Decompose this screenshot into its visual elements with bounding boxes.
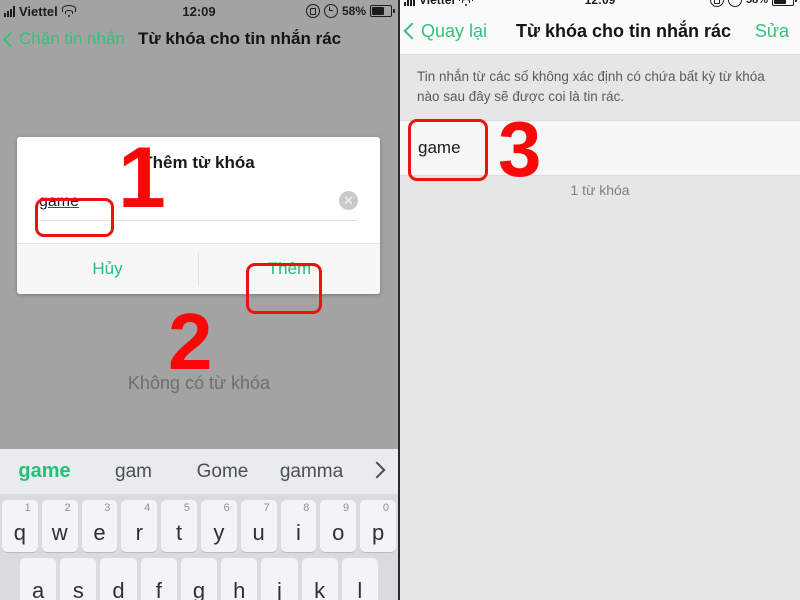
key-k[interactable]: k (301, 558, 338, 600)
key-p[interactable]: 0p (360, 500, 396, 552)
key-u[interactable]: 7u (240, 500, 277, 552)
suggestion-bar: game gam Gome gamma (0, 449, 398, 494)
back-button-label: Chặn tin nhắn (19, 29, 125, 48)
key-d[interactable]: d (100, 558, 137, 600)
alarm-clock-icon (323, 4, 338, 18)
key-i[interactable]: 8i (280, 500, 317, 552)
key-num: 9 (343, 502, 350, 514)
key-t[interactable]: 5t (161, 500, 197, 552)
key-num: 3 (104, 502, 111, 514)
left-status-bar: Viettel 12:09 58% (0, 0, 398, 22)
suggestion-item[interactable]: Gome (178, 461, 267, 483)
suggestion-item[interactable]: gam (89, 461, 178, 483)
description-text: Tin nhắn từ các số không xác định có chứ… (417, 69, 765, 104)
key-num: 7 (263, 502, 270, 514)
key-w[interactable]: 2w (41, 500, 78, 552)
keyword-count-label: 1 từ khóa (570, 182, 630, 198)
rotation-lock-icon (709, 0, 724, 7)
key-label: h (233, 578, 246, 600)
left-status-bar-right: 58% (305, 4, 395, 18)
key-l[interactable]: l (341, 558, 378, 600)
key-label: f (155, 578, 162, 600)
key-label: d (112, 578, 125, 600)
on-screen-keyboard: game gam Gome gamma 1q 2w 3e 4r 5t 6y 7u… (0, 449, 398, 600)
keyboard-row-2: a s d f g h j k l (0, 552, 398, 600)
key-num: 8 (303, 502, 310, 514)
back-button-label: Quay lại (421, 20, 488, 41)
chevron-left-icon (2, 31, 19, 47)
key-label: l (357, 578, 363, 600)
key-num: 2 (64, 502, 71, 514)
left-nav-bar: Chặn tin nhắn Từ khóa cho tin nhắn rác (0, 22, 398, 56)
annotation-number-3: 3 (498, 105, 542, 193)
key-label: j (276, 578, 282, 600)
suggestion-item[interactable]: gamma (267, 461, 356, 483)
key-y[interactable]: 6y (200, 500, 237, 552)
key-label: y (213, 520, 225, 545)
annotation-box-keyword-item (408, 119, 488, 181)
key-num: 5 (183, 502, 190, 514)
alarm-clock-icon (727, 0, 742, 7)
annotation-number-2: 2 (168, 297, 213, 386)
rotation-lock-icon (305, 4, 320, 18)
key-q[interactable]: 1q (2, 500, 38, 552)
key-j[interactable]: j (261, 558, 298, 600)
annotation-box-add-button (246, 263, 322, 314)
battery-icon (370, 5, 395, 17)
key-label: r (135, 520, 143, 545)
dialog-actions: Hủy Thêm (17, 243, 380, 294)
cancel-button[interactable]: Hủy (17, 244, 198, 294)
keyboard-row-1: 1q 2w 3e 4r 5t 6y 7u 8i 9o 0p (0, 494, 398, 552)
key-h[interactable]: h (221, 558, 258, 600)
key-label: o (332, 520, 345, 545)
clear-circle-icon[interactable]: ✕ (339, 191, 358, 210)
page-title: Từ khóa cho tin nhắn rác (516, 20, 732, 41)
edit-button[interactable]: Sửa (755, 21, 789, 42)
annotation-box-keyword-input (35, 198, 114, 237)
battery-icon (772, 0, 797, 6)
key-label: q (13, 520, 27, 545)
key-num: 4 (144, 502, 151, 514)
key-r[interactable]: 4r (121, 500, 158, 552)
annotation-number-1: 1 (118, 130, 166, 226)
right-phone-screen: Viettel 12:09 58% Quay lại Từ khóa cho t… (400, 0, 800, 600)
key-label: i (296, 520, 301, 545)
key-a[interactable]: a (20, 558, 57, 600)
suggestion-item[interactable]: game (0, 460, 89, 483)
back-button[interactable]: Quay lại (403, 20, 488, 42)
key-num: 6 (223, 502, 230, 514)
key-f[interactable]: f (140, 558, 177, 600)
key-label: s (72, 578, 84, 600)
key-label: p (371, 520, 385, 545)
key-label: t (176, 520, 183, 545)
key-label: e (93, 520, 106, 545)
battery-percent-label: 58% (341, 4, 366, 18)
right-status-bar-right: 58% (709, 0, 797, 7)
key-e[interactable]: 3e (81, 500, 118, 552)
battery-percent-label: 58% (745, 0, 768, 6)
chevron-right-icon (368, 461, 386, 478)
key-label: u (252, 520, 265, 545)
more-suggestions-button[interactable] (356, 461, 398, 481)
dialog-title: Thêm từ khóa (142, 153, 255, 172)
key-label: w (51, 520, 68, 545)
key-label: k (314, 578, 326, 600)
key-o[interactable]: 9o (320, 500, 357, 552)
key-g[interactable]: g (180, 558, 218, 600)
key-label: g (192, 578, 206, 600)
right-nav-bar: Quay lại Từ khóa cho tin nhắn rác Sửa (400, 8, 800, 55)
chevron-left-icon (403, 22, 421, 40)
left-phone-screen: Viettel 12:09 58% Chặn tin nhắn Từ khóa … (0, 0, 398, 600)
page-title: Từ khóa cho tin nhắn rác (138, 29, 342, 48)
key-label: a (31, 578, 45, 600)
right-status-bar: Viettel 12:09 58% (400, 0, 800, 8)
key-num: 1 (24, 502, 31, 514)
key-s[interactable]: s (60, 558, 97, 600)
key-num: 0 (382, 502, 389, 514)
back-button[interactable]: Chặn tin nhắn (2, 29, 125, 49)
screenshot-stage: Viettel 12:09 58% Chặn tin nhắn Từ khóa … (0, 0, 800, 600)
